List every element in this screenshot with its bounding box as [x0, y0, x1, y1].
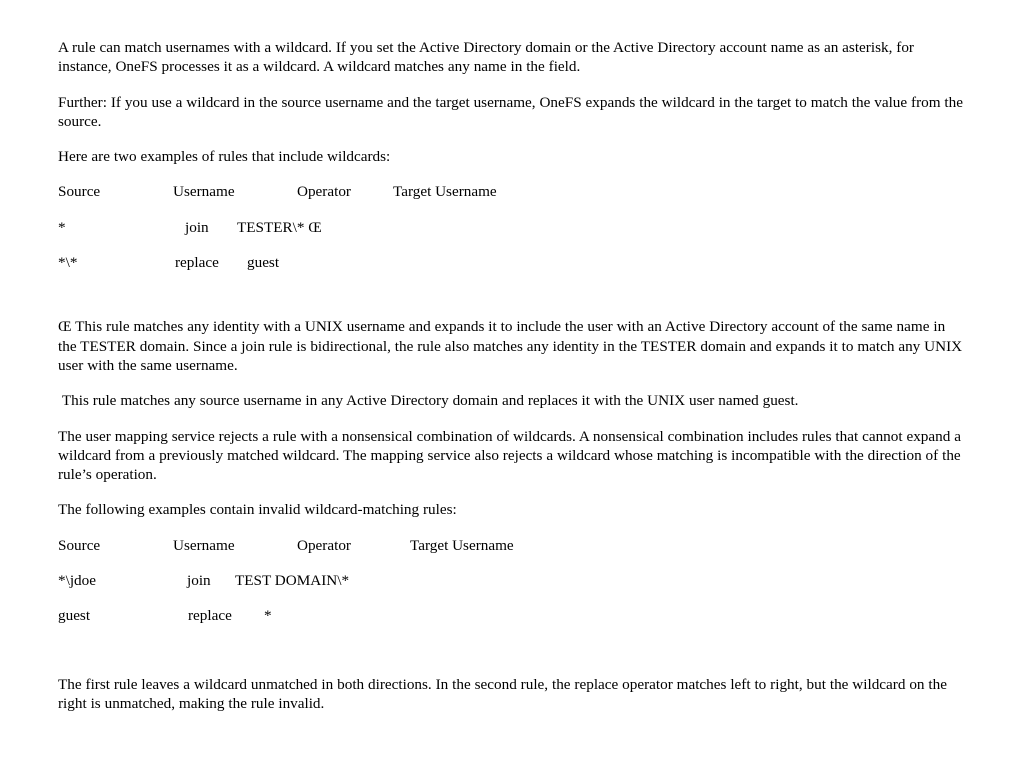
document-page: A rule can match usernames with a wildca…	[0, 0, 1024, 768]
cell-username: replace	[188, 607, 232, 625]
table-header-row: Source Username Operator Target Username	[58, 536, 964, 555]
paragraph-intro-wildcard: A rule can match usernames with a wildca…	[58, 39, 918, 76]
cell-source: *	[58, 218, 66, 236]
cell-username: join	[185, 218, 209, 236]
paragraph-examples-lead-in: Here are two examples of rules that incl…	[58, 148, 391, 166]
cell-operator: TEST DOMAIN\*	[235, 572, 350, 590]
column-header-source: Source	[58, 536, 101, 554]
document-body: A rule can match usernames with a wildca…	[58, 38, 964, 713]
cell-source: guest	[58, 607, 91, 625]
cell-operator: TESTER\* Œ	[237, 218, 322, 236]
cell-source: *\jdoe	[58, 572, 96, 590]
valid-rules-table: Source Username Operator Target Username * j…	[58, 182, 964, 272]
table-row: *\* replace guest	[58, 253, 964, 272]
column-header-target-username: Target Username	[393, 183, 497, 201]
column-header-source: Source	[58, 183, 101, 201]
cell-username: join	[187, 572, 211, 590]
cell-source: *\*	[58, 254, 78, 272]
table-row: guest replace *	[58, 606, 964, 625]
table-row: * join TESTER\* Œ	[58, 218, 964, 237]
table-row: *\jdoe join TEST DOMAIN\*	[58, 571, 964, 590]
invalid-rules-table: Source Username Operator Target Username *\…	[58, 536, 964, 626]
paragraph-footnote-join-explanation: Œ This rule matches any identity with a …	[58, 318, 967, 374]
paragraph-nonsensical-rules: The user mapping service rejects a rule …	[58, 427, 965, 484]
paragraph-further-expansion: Further: If you use a wildcard in the so…	[58, 93, 967, 130]
cell-operator: *	[264, 607, 272, 625]
cell-operator: guest	[247, 254, 280, 272]
paragraph-footnote-replace-explanation: This rule matches any source username in…	[58, 392, 799, 410]
column-header-username: Username	[173, 536, 235, 554]
column-header-operator: Operator	[297, 536, 351, 554]
paragraph-invalid-examples-lead-in: The following examples contain invalid w…	[58, 501, 457, 519]
table-header-row: Source Username Operator Target Username	[58, 182, 964, 201]
paragraph-invalid-explanation: The first rule leaves a wildcard unmatch…	[58, 675, 951, 712]
column-header-operator: Operator	[297, 183, 351, 201]
cell-username: replace	[175, 254, 219, 272]
column-header-username: Username	[173, 183, 235, 201]
table-block-spacer	[58, 642, 964, 675]
column-header-target-username: Target Username	[410, 536, 514, 554]
table-block-spacer	[58, 288, 964, 317]
